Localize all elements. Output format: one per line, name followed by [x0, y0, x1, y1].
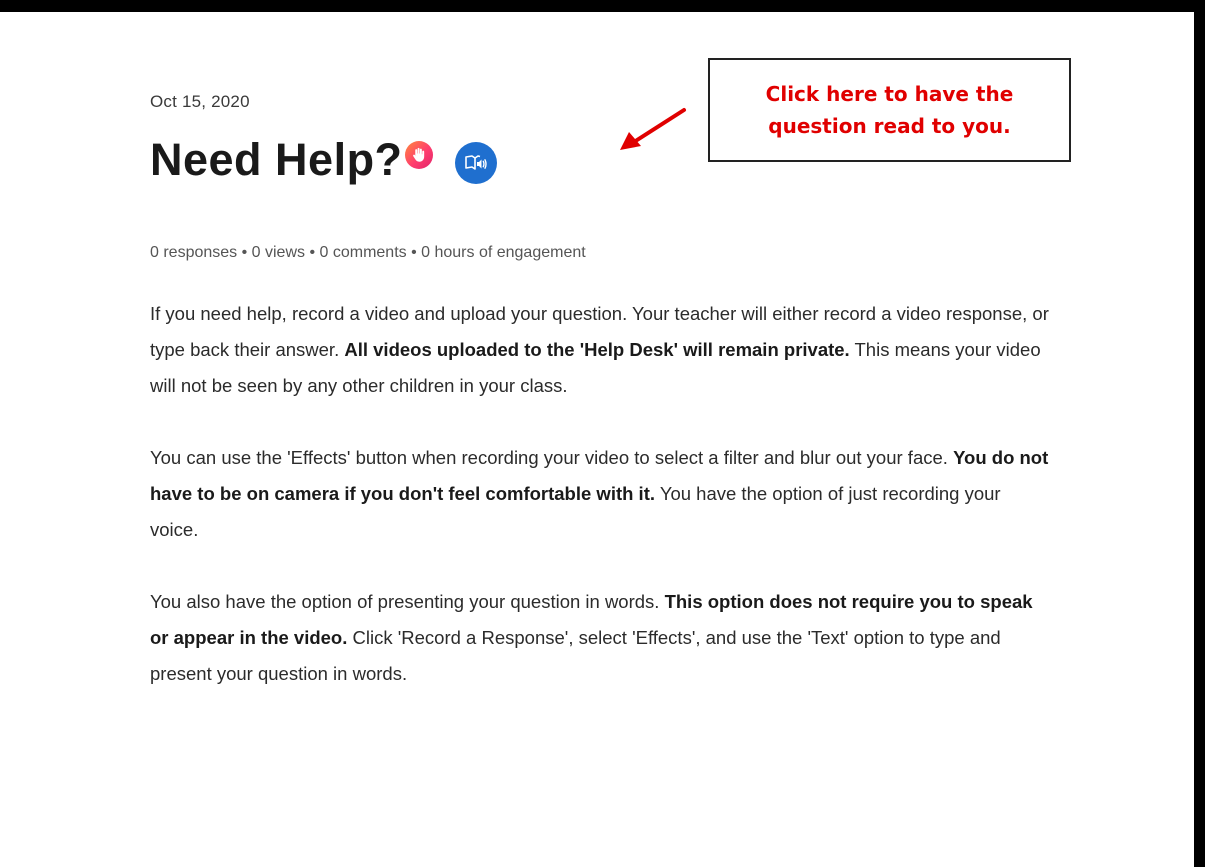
callout-line-2: question read to you. — [768, 114, 1011, 138]
engagement-stats: 0 responses • 0 views • 0 comments • 0 h… — [150, 244, 586, 261]
title-row: Need Help? — [150, 130, 497, 190]
paragraph-help: If you need help, record a video and upl… — [150, 296, 1050, 404]
read-aloud-callout: Click here to have the question read to … — [708, 58, 1071, 162]
post-page: Oct 15, 2020 Need Help? Click here to ha… — [0, 12, 1194, 867]
paragraph-effects: You can use the 'Effects' button when re… — [150, 440, 1050, 548]
callout-text: Click here to have the question read to … — [730, 78, 1050, 142]
callout-line-1: Click here to have the — [765, 82, 1014, 106]
paragraph-emphasis: All videos uploaded to the 'Help Desk' w… — [344, 339, 850, 360]
immersive-reader-icon — [464, 155, 487, 170]
page-title: Need Help? — [150, 134, 403, 185]
post-date: Oct 15, 2020 — [150, 92, 250, 111]
paragraph-text: You also have the option of presenting y… — [150, 591, 665, 612]
raised-hand-icon — [404, 141, 433, 169]
callout-arrow-icon — [620, 108, 686, 150]
immersive-reader-button[interactable] — [454, 142, 497, 184]
paragraph-text-option: You also have the option of presenting y… — [150, 584, 1050, 692]
paragraph-text: You can use the 'Effects' button when re… — [150, 447, 954, 468]
post-body: If you need help, record a video and upl… — [150, 296, 1050, 728]
